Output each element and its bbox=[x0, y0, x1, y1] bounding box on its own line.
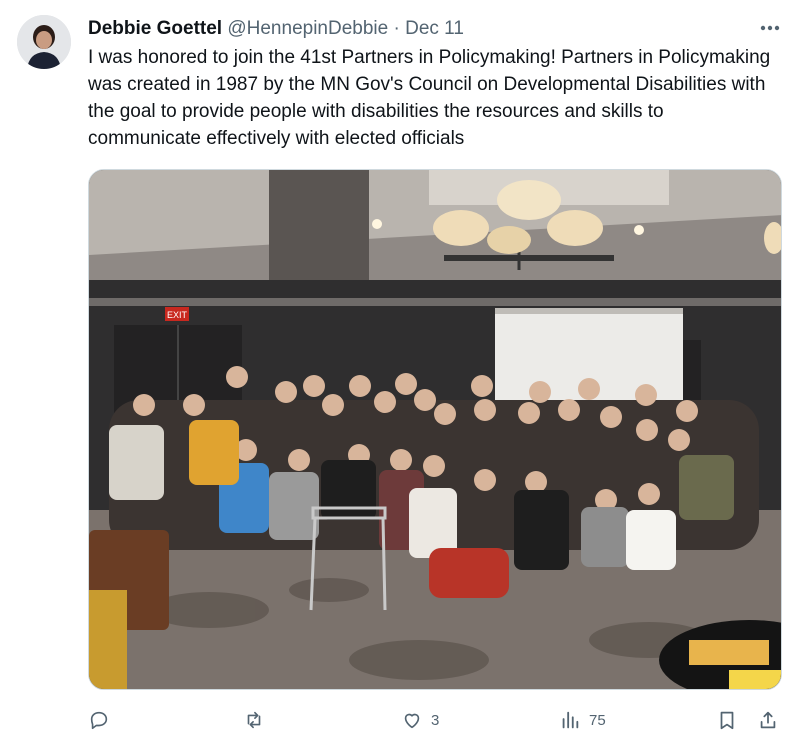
more-options-button[interactable] bbox=[756, 16, 784, 40]
share-button[interactable] bbox=[757, 705, 779, 735]
author-handle[interactable]: @HennepinDebbie bbox=[227, 18, 388, 39]
group-photo-image: EXIT bbox=[89, 170, 781, 689]
share-icon bbox=[760, 711, 776, 729]
tweet-header: Debbie Goettel @HennepinDebbie · Dec 11 bbox=[88, 17, 729, 41]
heart-icon bbox=[404, 713, 420, 729]
views-count: 75 bbox=[589, 711, 606, 729]
like-button[interactable]: 3 bbox=[401, 705, 439, 735]
avatar-image bbox=[17, 15, 71, 69]
retweet-icon bbox=[247, 711, 261, 729]
like-count: 3 bbox=[431, 711, 440, 729]
author-avatar[interactable] bbox=[17, 15, 71, 69]
views-button[interactable]: 75 bbox=[559, 705, 606, 735]
exit-sign-text: EXIT bbox=[167, 310, 188, 320]
tweet-text: I was honored to join the 41st Partners … bbox=[88, 47, 771, 149]
tweet-date[interactable]: Dec 11 bbox=[405, 18, 464, 39]
bookmark-icon bbox=[720, 711, 734, 730]
reply-icon bbox=[90, 711, 108, 730]
tweet-photo[interactable]: EXIT bbox=[88, 169, 782, 690]
bookmark-button[interactable] bbox=[716, 705, 738, 735]
views-chart-icon bbox=[562, 711, 579, 729]
tweet-action-bar: 3 75 bbox=[88, 705, 788, 735]
reply-button[interactable] bbox=[88, 705, 110, 735]
more-dots-icon bbox=[760, 25, 780, 31]
retweet-button[interactable] bbox=[243, 705, 265, 735]
header-separator: · bbox=[393, 18, 400, 39]
author-name[interactable]: Debbie Goettel bbox=[88, 18, 222, 39]
